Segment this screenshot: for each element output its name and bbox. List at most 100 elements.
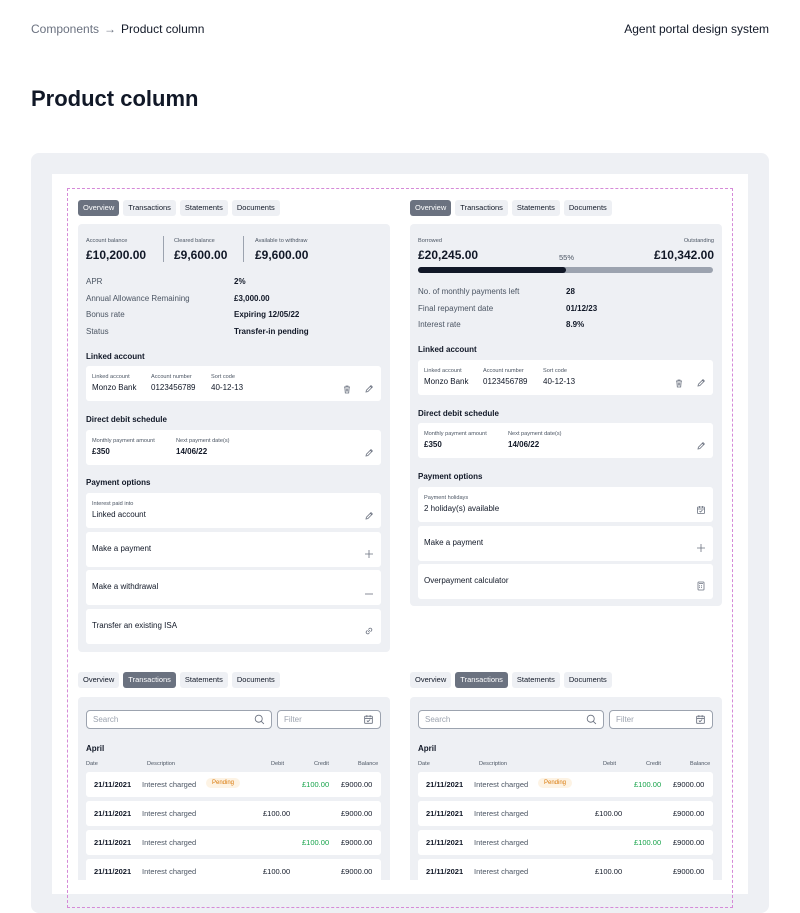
- minus-icon: [364, 588, 374, 598]
- filter-input[interactable]: Filter: [609, 710, 713, 729]
- filter-input[interactable]: Filter: [277, 710, 381, 729]
- edit-icon[interactable]: [696, 378, 706, 388]
- tab-statements[interactable]: Statements: [179, 200, 228, 216]
- balance-label: Cleared balance: [174, 238, 215, 244]
- detail-value: Transfer-in pending: [234, 327, 309, 336]
- detail-label: No. of monthly payments left: [418, 287, 520, 296]
- tab-overview[interactable]: Overview: [410, 200, 452, 216]
- tab-transactions[interactable]: Transactions: [123, 200, 176, 216]
- pending-badge: Pending: [538, 778, 573, 788]
- search-placeholder: Search: [93, 715, 119, 724]
- transfer-isa-button[interactable]: Transfer an existing ISA: [86, 609, 381, 644]
- trash-icon[interactable]: [674, 378, 684, 388]
- progress-percent: 55%: [559, 253, 575, 262]
- repayment-progress-bar: [418, 267, 713, 273]
- make-payment-label: Make a payment: [424, 538, 484, 547]
- make-payment-button[interactable]: Make a payment: [86, 532, 381, 567]
- payment-options-heading: Payment options: [86, 478, 151, 487]
- bank-value: Monzo Bank: [92, 383, 137, 392]
- detail-value: 8.9%: [566, 320, 585, 329]
- overpayment-calculator-button[interactable]: Overpayment calculator: [418, 564, 713, 599]
- tab-statements[interactable]: Statements: [179, 672, 228, 688]
- row-date: 21/11/2021: [94, 838, 132, 847]
- calendar-icon[interactable]: [696, 505, 706, 515]
- make-withdrawal-button[interactable]: Make a withdrawal: [86, 570, 381, 605]
- row-date: 21/11/2021: [426, 780, 464, 789]
- tab-transactions[interactable]: Transactions: [123, 672, 176, 688]
- table-row[interactable]: 21/11/2021 Interest charged Pending £100…: [86, 772, 381, 797]
- detail-label: APR: [86, 277, 103, 286]
- tab-overview[interactable]: Overview: [78, 672, 120, 688]
- detail-value: Expiring 12/05/22: [234, 310, 300, 319]
- row-balance: £9000.00: [341, 780, 373, 789]
- column-header-date: Date: [418, 761, 430, 767]
- account-number-value: 0123456789: [483, 377, 528, 386]
- edit-icon[interactable]: [364, 384, 374, 394]
- linked-account-card: Linked account Monzo Bank Account number…: [418, 360, 713, 395]
- account-number-value: 0123456789: [151, 383, 196, 392]
- row-debit: £100.00: [595, 809, 623, 818]
- make-withdrawal-label: Make a withdrawal: [92, 582, 159, 591]
- edit-icon[interactable]: [696, 441, 706, 451]
- loan-transactions-panel: Overview Transactions Statements Documen…: [410, 672, 722, 688]
- next-payment-value: 14/06/22: [508, 440, 540, 449]
- calculator-icon: [696, 581, 706, 591]
- interest-paid-card: Interest paid into Linked account: [86, 493, 381, 528]
- tab-overview[interactable]: Overview: [410, 672, 452, 688]
- table-row[interactable]: 21/11/2021 Interest charged £100.00 £900…: [86, 801, 381, 826]
- table-row[interactable]: 21/11/2021 Interest charged £100.00 £900…: [86, 830, 381, 855]
- row-debit: £100.00: [595, 867, 623, 876]
- table-row[interactable]: 21/11/2021 Interest charged £100.00 £900…: [418, 830, 713, 855]
- tab-statements[interactable]: Statements: [511, 672, 560, 688]
- edit-icon[interactable]: [364, 511, 374, 521]
- detail-value: £3,000.00: [234, 294, 270, 303]
- tab-documents[interactable]: Documents: [231, 672, 280, 688]
- trash-icon[interactable]: [342, 384, 352, 394]
- tab-transactions[interactable]: Transactions: [455, 672, 508, 688]
- table-row[interactable]: 21/11/2021 Interest charged £100.00 £900…: [418, 801, 713, 826]
- savings-overview-card: Account balance £10,200.00 Cleared balan…: [78, 224, 390, 652]
- table-row[interactable]: 21/11/2021 Interest charged £100.00 £900…: [86, 859, 381, 884]
- linked-account-heading: Linked account: [418, 345, 477, 354]
- tab-documents[interactable]: Documents: [231, 200, 280, 216]
- row-description: Interest charged: [474, 780, 529, 789]
- tab-transactions[interactable]: Transactions: [455, 200, 508, 216]
- tab-documents[interactable]: Documents: [563, 200, 612, 216]
- overpayment-calculator-label: Overpayment calculator: [424, 576, 509, 585]
- edit-icon[interactable]: [364, 448, 374, 458]
- calendar-icon: [695, 714, 706, 725]
- row-credit: £100.00: [302, 780, 330, 789]
- savings-transactions-card: Search Filter April Date Description Deb…: [78, 697, 390, 884]
- column-header-credit: Credit: [314, 761, 329, 767]
- tab-statements[interactable]: Statements: [511, 200, 560, 216]
- detail-value: 28: [566, 287, 575, 296]
- sort-code-value: 40-12-13: [543, 377, 576, 386]
- divider: [243, 236, 244, 262]
- breadcrumb-parent-link[interactable]: Components: [31, 22, 99, 36]
- tab-bar: Overview Transactions Statements Documen…: [410, 200, 722, 216]
- search-input[interactable]: Search: [86, 710, 272, 729]
- next-payment-label: Next payment date(s): [176, 438, 230, 444]
- payment-holidays-card: Payment holidays 2 holiday(s) available: [418, 487, 713, 522]
- table-row[interactable]: 21/11/2021 Interest charged £100.00 £900…: [418, 859, 713, 884]
- detail-label: Interest rate: [418, 320, 461, 329]
- detail-label: Status: [86, 327, 109, 336]
- balance-value: £10,200.00: [86, 248, 147, 262]
- savings-overview-panel: Overview Transactions Statements Documen…: [78, 200, 390, 216]
- payment-holidays-value: 2 holiday(s) available: [424, 504, 500, 513]
- row-description: Interest charged: [142, 867, 197, 876]
- make-payment-button[interactable]: Make a payment: [418, 526, 713, 561]
- table-row[interactable]: 21/11/2021 Interest charged Pending £100…: [418, 772, 713, 797]
- repayment-progress-fill: [418, 267, 566, 273]
- pending-badge: Pending: [206, 778, 241, 788]
- search-input[interactable]: Search: [418, 710, 604, 729]
- tab-documents[interactable]: Documents: [563, 672, 612, 688]
- linked-account-heading: Linked account: [86, 352, 145, 361]
- column-header-description: Description: [147, 761, 175, 767]
- tab-overview[interactable]: Overview: [78, 200, 120, 216]
- monthly-amount-label: Monthly payment amount: [424, 431, 487, 437]
- linked-account-card: Linked account Monzo Bank Account number…: [86, 366, 381, 401]
- row-date: 21/11/2021: [94, 780, 132, 789]
- row-description: Interest charged: [474, 809, 529, 818]
- detail-value: 2%: [234, 277, 246, 286]
